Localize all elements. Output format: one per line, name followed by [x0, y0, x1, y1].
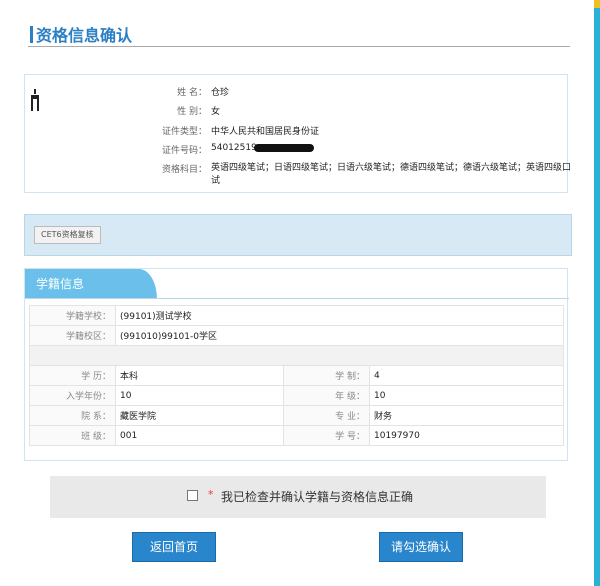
page-title: 资格信息确认	[30, 22, 132, 46]
title-marker	[30, 25, 33, 43]
confirm-label[interactable]: 我已检查并确认学籍与资格信息正确	[221, 488, 413, 505]
table-row: 入学年份： 10 年 级： 10	[29, 385, 564, 406]
education-label: 学 历：	[29, 365, 116, 386]
grade-value: 10	[369, 385, 564, 406]
school-info-tab: 学籍信息	[25, 269, 157, 299]
cet6-review-button[interactable]: CET6资格复核	[34, 226, 101, 244]
id-number-prefix: 54012519	[211, 143, 257, 153]
id-number-row: 证件号码： 54012519	[153, 143, 314, 156]
avatar-silhouette-icon	[31, 89, 39, 111]
id-number-value: 54012519	[211, 143, 314, 156]
confirm-checkbox[interactable]	[187, 490, 198, 501]
id-type-label: 证件类型：	[161, 127, 207, 137]
review-actions-panel: CET6资格复核	[24, 214, 572, 256]
system-label: 学 制：	[283, 365, 370, 386]
campus-value: (991010)99101-0学区	[115, 325, 564, 346]
gender-row: 性 别： 女	[153, 104, 220, 117]
id-type-value: 中华人民共和国居民身份证	[211, 127, 320, 137]
required-mark: *	[208, 488, 214, 501]
qualification-info-panel: 姓 名： 仓珍 性 别： 女 证件类型： 中华人民共和国居民身份证 证件号码： …	[24, 74, 571, 193]
school-label: 学籍学校：	[29, 305, 116, 326]
school-tab-divider	[25, 298, 569, 299]
class-value: 001	[115, 425, 284, 446]
system-value: 4	[369, 365, 564, 386]
id-number-redaction	[253, 143, 314, 152]
name-value: 仓珍	[211, 88, 230, 98]
name-row: 姓 名： 仓珍	[153, 85, 229, 98]
table-row: 学籍校区： (991010)99101-0学区	[29, 325, 564, 346]
confirm-button[interactable]: 请勾选确认	[379, 532, 463, 562]
name-label: 姓 名：	[177, 88, 207, 98]
table-row: 班 级： 001 学 号： 10197970	[29, 425, 564, 446]
school-info-table: 学籍学校： (99101)测试学校 学籍校区： (991010)99101-0学…	[29, 305, 564, 446]
id-number-label: 证件号码：	[161, 146, 207, 156]
gender-value: 女	[211, 107, 221, 117]
major-value: 财务	[369, 405, 564, 426]
grade-label: 年 级：	[283, 385, 370, 406]
window-edge-cap	[594, 0, 600, 8]
gender-label: 性 别：	[177, 107, 207, 117]
education-value: 本科	[115, 365, 284, 386]
table-row: 院 系： 藏医学院 专 业： 财务	[29, 405, 564, 426]
dept-label: 院 系：	[29, 405, 116, 426]
id-type-row: 证件类型： 中华人民共和国居民身份证	[153, 124, 319, 137]
title-divider	[28, 46, 570, 47]
subjects-value: 英语四级笔试；日语四级笔试；日语六级笔试；德语四级笔试；德语六级笔试；英语四级口…	[211, 163, 572, 186]
subjects-row: 资格科目： 英语四级笔试；日语四级笔试；日语六级笔试；德语四级笔试；德语六级笔试…	[153, 162, 571, 188]
table-spacer-row	[29, 345, 564, 366]
spacer-cell	[29, 345, 564, 366]
window-right-edge	[594, 0, 600, 586]
dept-value: 藏医学院	[115, 405, 284, 426]
subjects-label: 资格科目：	[161, 165, 207, 175]
table-row: 学籍学校： (99101)测试学校	[29, 305, 564, 326]
campus-label: 学籍校区：	[29, 325, 116, 346]
school-value: (99101)测试学校	[115, 305, 564, 326]
table-row: 学 历： 本科 学 制： 4	[29, 365, 564, 386]
enroll-year-value: 10	[115, 385, 284, 406]
school-info-panel: 学籍信息 学籍学校： (99101)测试学校 学籍校区： (991010)991…	[24, 268, 569, 461]
enroll-year-label: 入学年份：	[29, 385, 116, 406]
major-label: 专 业：	[283, 405, 370, 426]
page-title-text: 资格信息确认	[36, 26, 133, 45]
return-home-button[interactable]: 返回首页	[132, 532, 216, 562]
class-label: 班 级：	[29, 425, 116, 446]
student-no-value: 10197970	[369, 425, 564, 446]
confirmation-bar: * 我已检查并确认学籍与资格信息正确	[50, 476, 546, 518]
student-no-label: 学 号：	[283, 425, 370, 446]
